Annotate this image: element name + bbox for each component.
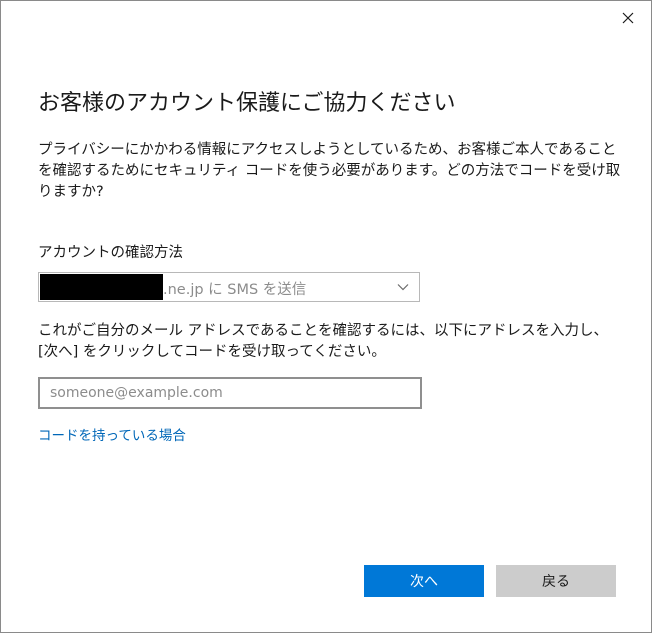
close-icon xyxy=(622,12,634,24)
email-instruction: これがご自分のメール アドレスであることを確認するには、以下にアドレスを入力し、… xyxy=(38,323,608,360)
close-button[interactable] xyxy=(613,5,643,31)
redacted-address xyxy=(40,274,163,300)
verification-method-selected-value: .ne.jp に SMS を送信 xyxy=(163,282,307,298)
dialog-description: プライバシーにかかわる情報にアクセスしようとしているため、お客様ご本人であること… xyxy=(38,142,621,200)
dialog-window: お客様のアカウント保護にご協力ください プライバシーにかかわる情報にアクセスしよ… xyxy=(0,0,652,633)
verification-method-label: アカウントの確認方法 xyxy=(38,245,183,261)
dialog-title: お客様のアカウント保護にご協力ください xyxy=(38,91,456,116)
have-code-link[interactable]: コードを持っている場合 xyxy=(38,424,186,444)
verification-method-select[interactable]: .ne.jp に SMS を送信 xyxy=(38,272,420,302)
email-input[interactable] xyxy=(38,377,422,409)
next-button[interactable]: 次へ xyxy=(364,565,484,597)
chevron-down-icon xyxy=(397,284,409,291)
back-button[interactable]: 戻る xyxy=(496,565,616,597)
